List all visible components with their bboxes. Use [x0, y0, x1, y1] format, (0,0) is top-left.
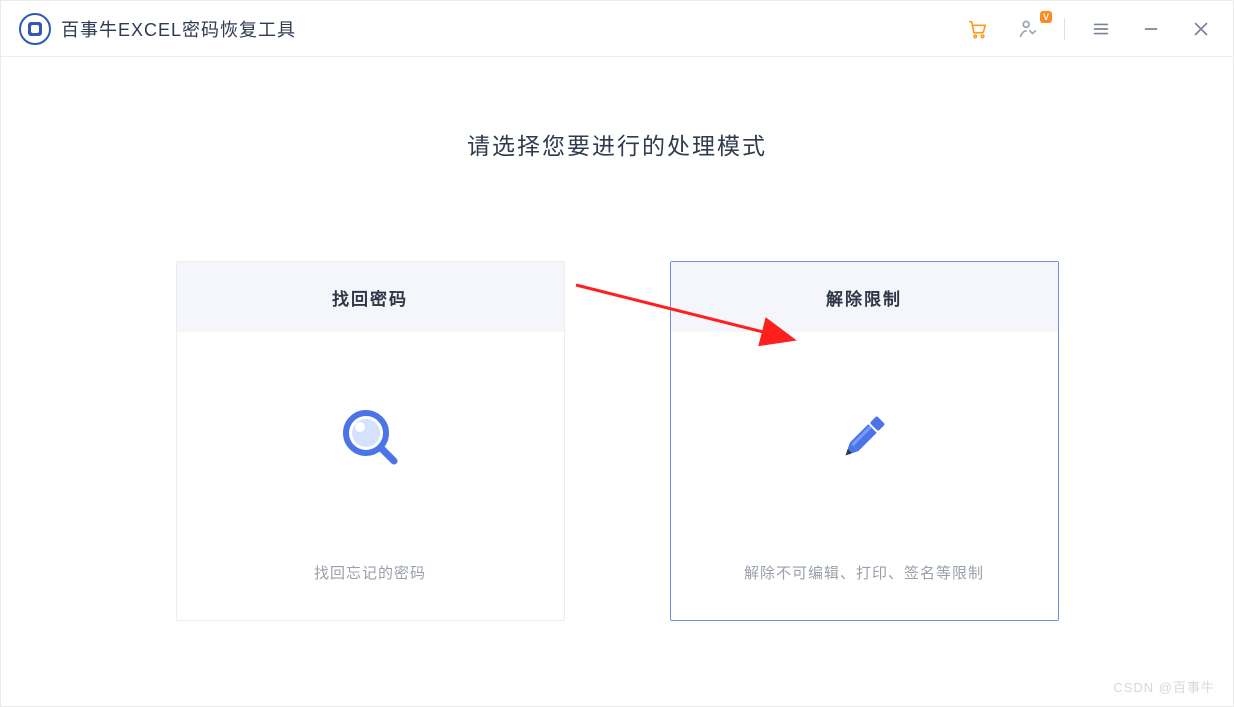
card-title: 找回密码 [177, 262, 564, 332]
close-button[interactable] [1187, 15, 1215, 43]
user-icon [1017, 18, 1039, 40]
card-desc: 解除不可编辑、打印、签名等限制 [744, 562, 984, 583]
card-desc: 找回忘记的密码 [314, 562, 426, 583]
card-recover-password[interactable]: 找回密码 找回忘记的密码 [176, 261, 565, 621]
pencil-icon [829, 402, 899, 472]
cart-icon [967, 18, 989, 40]
card-title: 解除限制 [671, 262, 1058, 332]
app-logo-icon [19, 13, 51, 45]
watermark: CSDN @百事牛 [1113, 677, 1215, 696]
main-content: 请选择您要进行的处理模式 找回密码 [1, 57, 1233, 706]
titlebar-right-controls: V [964, 15, 1215, 43]
magnifier-icon [335, 402, 405, 472]
app-logo-title: 百事牛EXCEL密码恢复工具 [19, 13, 296, 45]
user-account-button[interactable]: V [1014, 15, 1042, 43]
mode-select-heading: 请选择您要进行的处理模式 [467, 127, 767, 161]
minimize-icon [1140, 18, 1162, 40]
vip-badge: V [1040, 11, 1052, 23]
close-icon [1190, 18, 1212, 40]
minimize-button[interactable] [1137, 15, 1165, 43]
titlebar: 百事牛EXCEL密码恢复工具 V [1, 1, 1233, 57]
app-window: 百事牛EXCEL密码恢复工具 V [0, 0, 1234, 707]
mode-cards: 找回密码 找回忘记的密码 解除限制 [176, 261, 1059, 621]
menu-icon [1090, 18, 1112, 40]
app-title: 百事牛EXCEL密码恢复工具 [61, 16, 296, 42]
card-remove-restriction[interactable]: 解除限制 解除不可编辑、打印、签名等限制 [670, 261, 1059, 621]
titlebar-divider [1064, 18, 1065, 40]
cart-button[interactable] [964, 15, 992, 43]
menu-button[interactable] [1087, 15, 1115, 43]
